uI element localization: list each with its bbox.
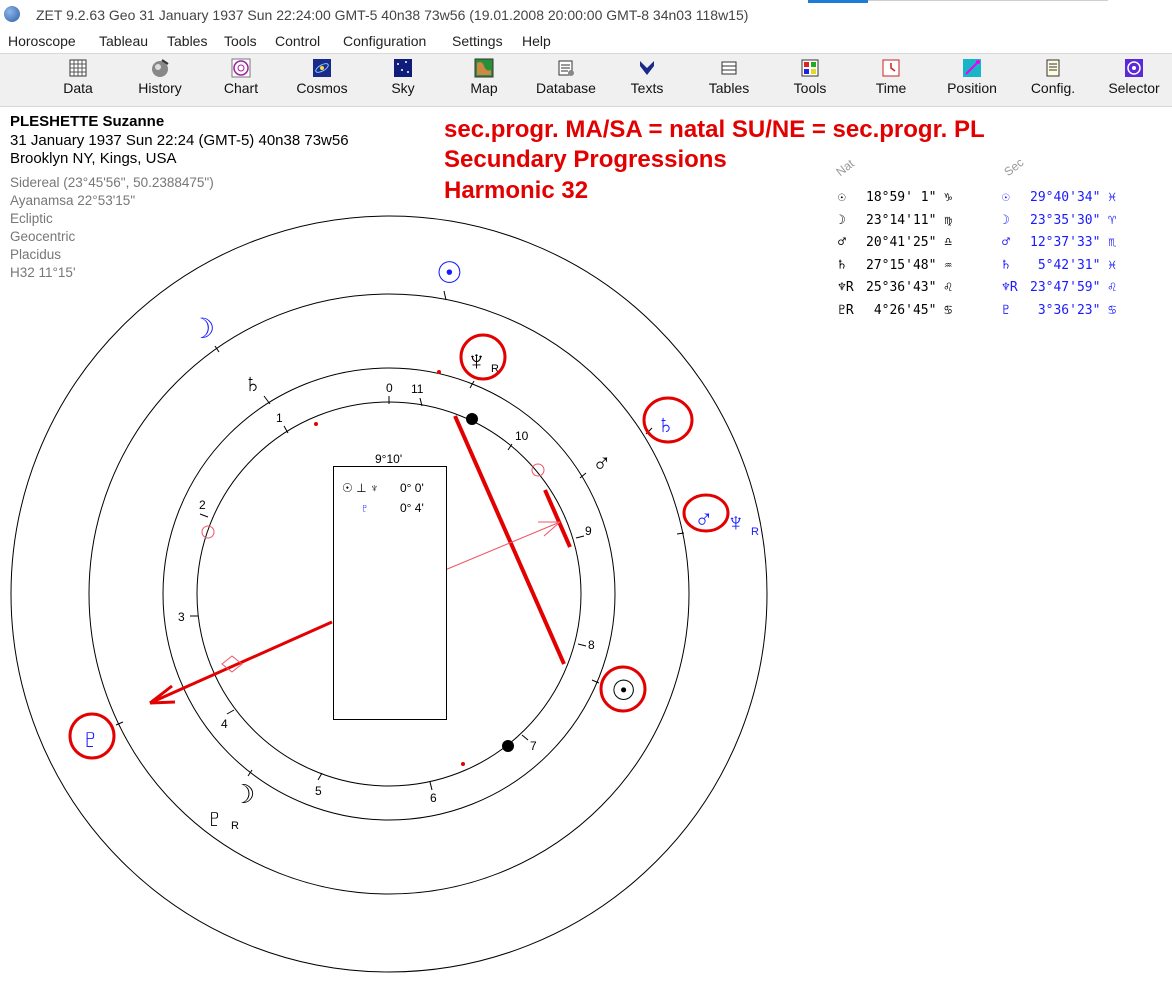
- house-cusp-label: 9: [585, 524, 592, 538]
- natal-mars-glyph: ♂: [592, 448, 612, 478]
- sec-sun-glyph: ☉: [436, 257, 463, 290]
- house-cusp-label: 8: [588, 638, 595, 652]
- natal-moon-glyph: ☽: [232, 779, 255, 809]
- house-cusp-label: 0: [386, 381, 393, 395]
- aspect-row-orb: 0° 4': [400, 501, 424, 515]
- retrograde-mark: R: [231, 820, 239, 832]
- small-red-dot: [314, 422, 318, 426]
- retrograde-mark: R: [751, 526, 759, 538]
- pluto-arrow-line: [149, 620, 333, 705]
- house-cusp-label: 7: [530, 739, 537, 753]
- midpoint-dot-top: [466, 413, 478, 425]
- aspect-row-orb: 0° 0': [400, 481, 424, 495]
- thin-arrow-head: [538, 521, 561, 537]
- natal-sun-glyph: ☉: [611, 675, 636, 706]
- mars-saturn-marker-line: [543, 489, 572, 548]
- sec-saturn-glyph: ♄: [656, 409, 676, 439]
- aspect-row-glyphs: ☉ ⊥ ♆: [342, 481, 379, 495]
- house-cusp-label: 5: [315, 784, 322, 798]
- aspect-circle-right: [531, 463, 545, 477]
- house-cusp-label: 10: [515, 429, 529, 443]
- small-red-dot: [437, 370, 441, 374]
- aspect-row-glyph: ♇: [360, 501, 369, 515]
- natal-neptune-glyph: ♆: [466, 345, 487, 376]
- house-cusp-label: 1: [276, 411, 283, 425]
- house-cusp-label: 4: [221, 717, 228, 731]
- midpoint-dot-bottom: [502, 740, 514, 752]
- house-cusp-label: 3: [178, 610, 185, 624]
- chart-wheel: 0 11 1 10 2 9 3 8 4 7 5 6 ☉ ☽ ♄ ♆ R ♄ ♂ …: [10, 215, 768, 973]
- house-cusp-label: 11: [411, 382, 424, 396]
- thin-arrow-line: [444, 521, 561, 571]
- sec-moon-glyph: ☽: [190, 313, 215, 344]
- midpoint-axis-line: [453, 415, 566, 665]
- natal-saturn-glyph: ♄: [243, 368, 263, 398]
- house-cusp-label: 6: [430, 791, 437, 805]
- aspect-circle-left: [201, 525, 215, 539]
- aspect-detail-box: ☉ ⊥ ♆ 0° 0' ♇ 0° 4': [333, 466, 447, 720]
- small-red-dot: [461, 762, 465, 766]
- house-cusp-label: 2: [199, 498, 206, 512]
- natal-pluto-glyph: ♇: [205, 803, 225, 833]
- sec-pluto-glyph: ♇: [80, 723, 101, 754]
- aspect-box-title: 9°10': [375, 452, 403, 466]
